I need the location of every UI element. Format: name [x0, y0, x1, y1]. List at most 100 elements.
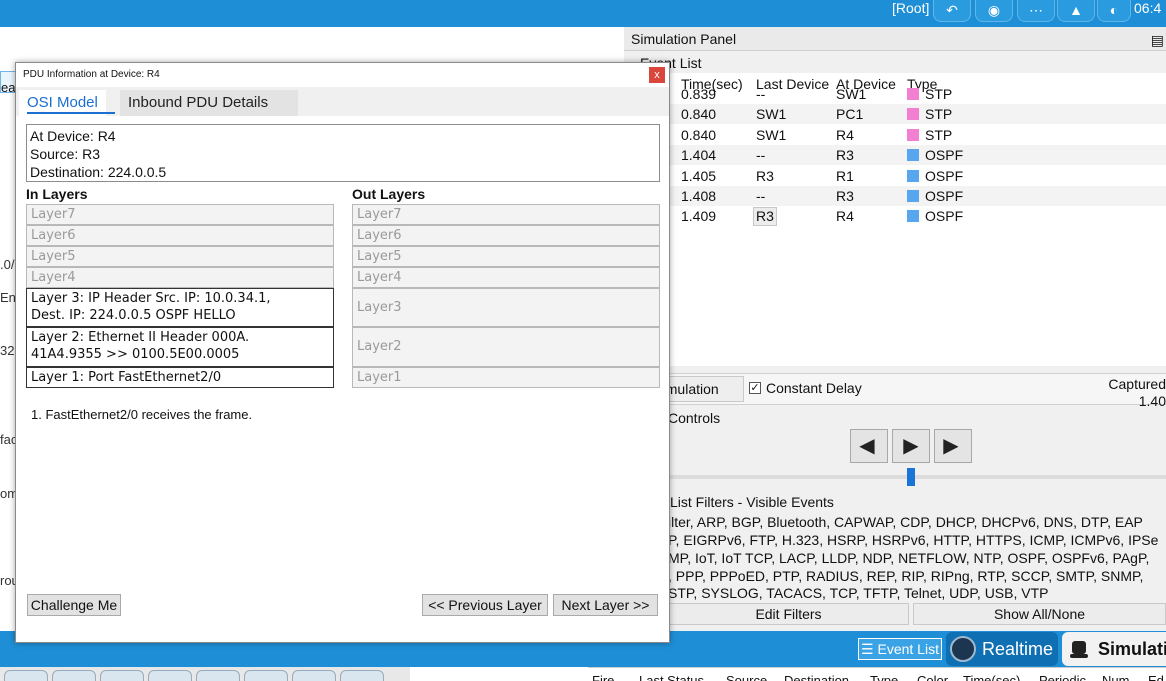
constant-delay-checkbox[interactable]: ✓ [749, 382, 761, 394]
event-type-label: STP [925, 86, 953, 102]
device-category-icon[interactable] [148, 670, 192, 681]
pin-icon[interactable]: ▤ [1151, 28, 1164, 52]
simulation-mode-button[interactable]: Simulati [1062, 632, 1166, 666]
device-category-icon[interactable] [340, 670, 384, 681]
top-toolbar: [Root] ↶ ◉ ⋯ ▲ ◐ 06:4 [0, 0, 1166, 27]
out-layer-6[interactable]: Layer6 [352, 225, 660, 246]
out-layer-7[interactable]: Layer7 [352, 204, 660, 225]
speed-slider-thumb[interactable] [907, 468, 915, 486]
event-last-device: -- [756, 147, 766, 164]
event-color-swatch [907, 128, 919, 141]
step-forward-icon[interactable]: ▶ [934, 429, 972, 463]
in-layer-4-label: Layer4 [31, 270, 76, 285]
event-at-device: R1 [836, 167, 854, 184]
in-layer-5[interactable]: Layer5 [26, 246, 334, 267]
in-layer-6-label: Layer6 [31, 228, 76, 243]
device-category-icon[interactable] [100, 670, 144, 681]
out-layer-5[interactable]: Layer5 [352, 246, 660, 267]
event-row[interactable]: 1.409 R3 R4 OSPF [628, 206, 1166, 227]
root-breadcrumb[interactable]: [Root] [892, 0, 929, 16]
event-type: OSPF [907, 166, 963, 186]
event-color-swatch [907, 88, 919, 100]
in-layer-3-line1: Layer 3: IP Header Src. IP: 10.0.34.1, [31, 291, 271, 306]
tab-inbound-pdu-details[interactable]: Inbound PDU Details [120, 90, 298, 116]
event-last-device: R3 [756, 167, 774, 184]
background-image-icon[interactable]: ▲ [1057, 0, 1095, 22]
event-at-device: R4 [836, 126, 854, 143]
dialog-title: PDU Information at Device: R4 [23, 69, 160, 80]
dialog-tabs: OSI Model Inbound PDU Details [16, 88, 669, 116]
captured-value: 1.40 [1138, 393, 1166, 409]
at-device-text: At Device: R4 [30, 128, 116, 144]
out-layer-1[interactable]: Layer1 [352, 367, 660, 388]
in-layer-2-line2: 41A4.9355 >> 0100.5E00.0005 [31, 347, 240, 362]
in-layer-7[interactable]: Layer7 [26, 204, 334, 225]
show-all-none-button[interactable]: Show All/None [913, 603, 1166, 625]
out-layer-5-label: Layer5 [357, 249, 402, 264]
realtime-label: Realtime [982, 639, 1054, 659]
dialog-titlebar[interactable]: PDU Information at Device: R4 x [16, 63, 669, 87]
out-layer-3[interactable]: Layer3 [352, 288, 660, 327]
in-layer-3[interactable]: Layer 3: IP Header Src. IP: 10.0.34.1, D… [26, 288, 334, 327]
filter-list-line: MP, IoT, IoT TCP, LACP, LLDP, NDP, NETFL… [668, 550, 1150, 566]
next-layer-button[interactable]: Next Layer >> [553, 594, 658, 616]
event-type: STP [907, 125, 952, 145]
in-layer-2[interactable]: Layer 2: Ethernet II Header 000A. 41A4.9… [26, 327, 334, 367]
device-category-icon[interactable] [196, 670, 240, 681]
event-row[interactable]: 0.840 SW1 R4 STP [628, 125, 1166, 145]
in-layer-1[interactable]: Layer 1: Port FastEthernet2/0 [26, 367, 334, 388]
in-layer-4[interactable]: Layer4 [26, 267, 334, 288]
simulation-panel-title: Simulation Panel ▤ [624, 27, 1166, 51]
event-last-device: SW1 [756, 106, 787, 123]
event-at-device: SW1 [836, 86, 867, 102]
out-layer-2-label: Layer2 [357, 339, 402, 354]
edit-filters-button[interactable]: Edit Filters [668, 603, 909, 625]
event-time: 0.840 [681, 126, 717, 143]
event-list-toggle-label: Event List [877, 641, 939, 657]
close-icon[interactable]: x [649, 67, 665, 83]
event-type-label: OSPF [925, 147, 964, 164]
in-layer-7-label: Layer7 [31, 207, 76, 222]
event-row[interactable]: 1.408 -- R3 OSPF [628, 186, 1166, 206]
device-category-icon[interactable] [4, 670, 48, 681]
realtime-mode-button[interactable]: Realtime [946, 632, 1058, 666]
clock-icon [950, 636, 976, 662]
event-color-swatch [907, 190, 919, 202]
filter-list-line: STP, SYSLOG, TACACS, TCP, TFTP, Telnet, … [668, 585, 1049, 601]
layer-explanation: 1. FastEthernet2/0 receives the frame. [31, 407, 253, 422]
play-icon[interactable]: ▶ [892, 429, 930, 463]
cluster-icon[interactable]: ⋯ [1017, 0, 1055, 22]
device-category-icon[interactable] [52, 670, 96, 681]
event-row[interactable]: 0.839 -- SW1 STP [628, 84, 1166, 104]
pdu-col-last-status: Last Status [639, 673, 705, 681]
out-layer-2[interactable]: Layer2 [352, 327, 660, 367]
device-category-icon[interactable] [244, 670, 288, 681]
source-text: Source: R3 [30, 146, 101, 162]
speed-slider-track[interactable] [668, 475, 1166, 479]
event-type: OSPF [907, 145, 963, 165]
in-layer-1-label: Layer 1: Port FastEthernet2/0 [31, 370, 222, 385]
event-list-table[interactable]: Time(sec) Last Device At Device Type 0.8… [628, 73, 1166, 366]
out-layer-4[interactable]: Layer4 [352, 267, 660, 288]
add-device-icon[interactable]: ◉ [975, 0, 1013, 22]
stopwatch-icon [1070, 641, 1088, 658]
undo-icon[interactable]: ↶ [933, 0, 971, 22]
pdu-col-fire: Fire [592, 673, 615, 681]
event-color-swatch [907, 108, 919, 121]
device-category-icon[interactable] [292, 670, 336, 681]
simulation-label: Simulati [1098, 639, 1166, 659]
in-layer-6[interactable]: Layer6 [26, 225, 334, 246]
event-row[interactable]: 1.404 -- R3 OSPF [628, 145, 1166, 166]
event-filters-title: List Filters - Visible Events [670, 494, 834, 510]
event-at-device: R3 [836, 147, 854, 164]
step-back-icon[interactable]: ◀ [850, 429, 888, 463]
event-list-toggle-button[interactable]: ☰ Event List [858, 638, 942, 660]
previous-layer-button[interactable]: << Previous Layer [422, 594, 548, 616]
in-layer-2-line1: Layer 2: Ethernet II Header 000A. [31, 330, 250, 345]
event-row[interactable]: 1.405 R3 R1 OSPF [628, 166, 1166, 186]
challenge-me-button[interactable]: Challenge Me [27, 594, 121, 616]
event-row[interactable]: 0.840 SW1 PC1 STP [628, 104, 1166, 125]
event-color-swatch [907, 169, 919, 182]
simulation-options: Simulation ✓ Constant Delay Captured 1.4… [628, 373, 1166, 409]
viewport-icon[interactable]: ◐ [1097, 0, 1131, 22]
